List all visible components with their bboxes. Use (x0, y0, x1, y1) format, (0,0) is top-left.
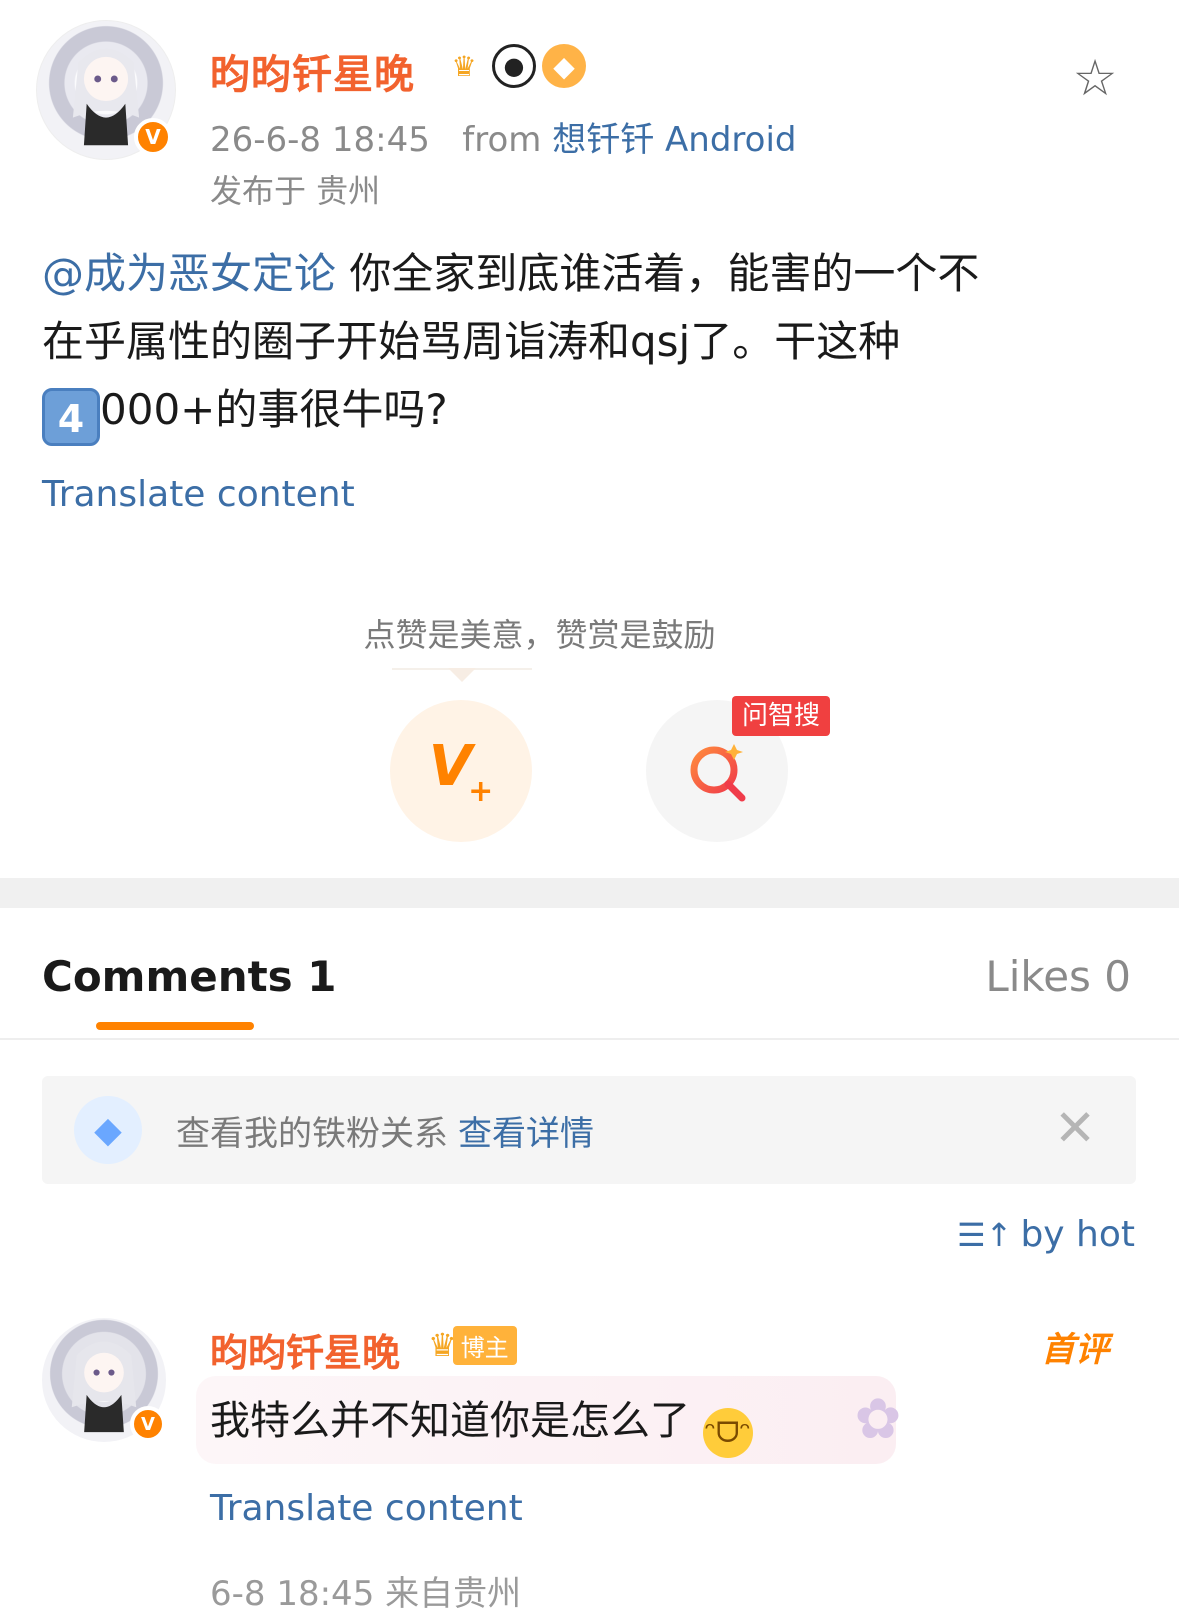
post-body: @成为恶女定论 你全家到底谁活着，能害的一个不 在乎属性的圈子开始骂周诣涛和qs… (42, 240, 1142, 446)
close-icon[interactable]: ✕ (1054, 1100, 1096, 1156)
mention-link[interactable]: @成为恶女定论 (42, 249, 336, 298)
smart-search-tag: 问智搜 (732, 696, 831, 736)
fan-banner-text: 查看我的铁粉关系 查看详情 (176, 1106, 594, 1155)
diamond-icon: ◆ (74, 1096, 142, 1164)
smart-search-icon (690, 744, 746, 802)
panda-icon[interactable]: ● (492, 44, 536, 88)
post-text-line3: 000+的事很牛吗? (100, 385, 448, 434)
comment-text-body: 我特么并不知道你是怎么了 (210, 1398, 690, 1444)
reward-button[interactable]: V+ (390, 700, 532, 842)
section-divider (0, 878, 1179, 908)
post-time: 26-6-8 18:45 (210, 120, 430, 160)
comment-avatar[interactable]: V (42, 1318, 166, 1442)
laughing-emoji-icon: ᵔᗜᵔ (702, 1408, 753, 1458)
first-comment-badge: 首评 (1041, 1330, 1109, 1370)
reward-tip: 点赞是美意，赞赏是鼓励 (363, 616, 716, 654)
tab-comments[interactable]: Comments 1 (42, 952, 337, 1001)
crown-icon[interactable]: ♛ (442, 44, 486, 88)
author-badges: ♛ ● ◆ (442, 44, 586, 88)
comment-meta: 6-8 18:45 来自贵州 (210, 1574, 522, 1614)
post-source-link[interactable]: 想钎钎 Android (552, 120, 796, 160)
sort-button[interactable]: ☰↑ by hot (957, 1214, 1135, 1255)
sort-icon: ☰↑ (956, 1215, 1013, 1254)
blogger-badge: ♛ 博主 (428, 1324, 517, 1366)
comment-text: 我特么并不知道你是怎么了 ᵔᗜᵔ (210, 1388, 753, 1458)
post-header: V 昀昀钎星晚 ♛ ● ◆ ☆ 26-6-8 18:45 from 想钎钎 An… (0, 0, 1179, 220)
translate-post-link[interactable]: Translate content (42, 474, 355, 515)
keycap-four-icon: 4 (42, 388, 100, 446)
favorite-star-icon[interactable]: ☆ (1067, 50, 1123, 106)
comment-verified-badge-icon: V (130, 1406, 166, 1442)
post-meta: 26-6-8 18:45 from 想钎钎 Android (210, 112, 797, 161)
tab-active-indicator (96, 1022, 254, 1030)
blogger-tag: 博主 (452, 1325, 517, 1365)
post-from-label: from (462, 120, 542, 160)
bunny-sticker-icon: ✿ (854, 1387, 902, 1452)
fish-icon[interactable]: ◆ (542, 44, 586, 88)
tip-arrow-icon (448, 668, 476, 682)
post-text-line2: 在乎属性的圈子开始骂周诣涛和qsj了。干这种 (42, 317, 901, 366)
reward-v-plus-icon: V+ (428, 733, 494, 809)
fan-relation-banner: ◆ 查看我的铁粉关系 查看详情 ✕ (42, 1076, 1136, 1184)
post-location: 发布于 贵州 (210, 172, 381, 210)
comment-author-name[interactable]: 昀昀钎星晚 (210, 1322, 400, 1377)
translate-comment-link[interactable]: Translate content (210, 1488, 523, 1529)
comment-tabs: Comments 1 Likes 0 (0, 908, 1179, 1040)
fan-banner-detail-link[interactable]: 查看详情 (458, 1114, 594, 1154)
verified-badge-icon: V (134, 118, 172, 156)
author-avatar[interactable]: V (36, 20, 176, 160)
post-text-line1: 你全家到底谁活着，能害的一个不 (336, 249, 980, 298)
author-name[interactable]: 昀昀钎星晚 (210, 42, 415, 100)
sort-label: by hot (1020, 1214, 1135, 1255)
fan-banner-label: 查看我的铁粉关系 (176, 1114, 448, 1154)
tab-likes[interactable]: Likes 0 (985, 952, 1131, 1001)
